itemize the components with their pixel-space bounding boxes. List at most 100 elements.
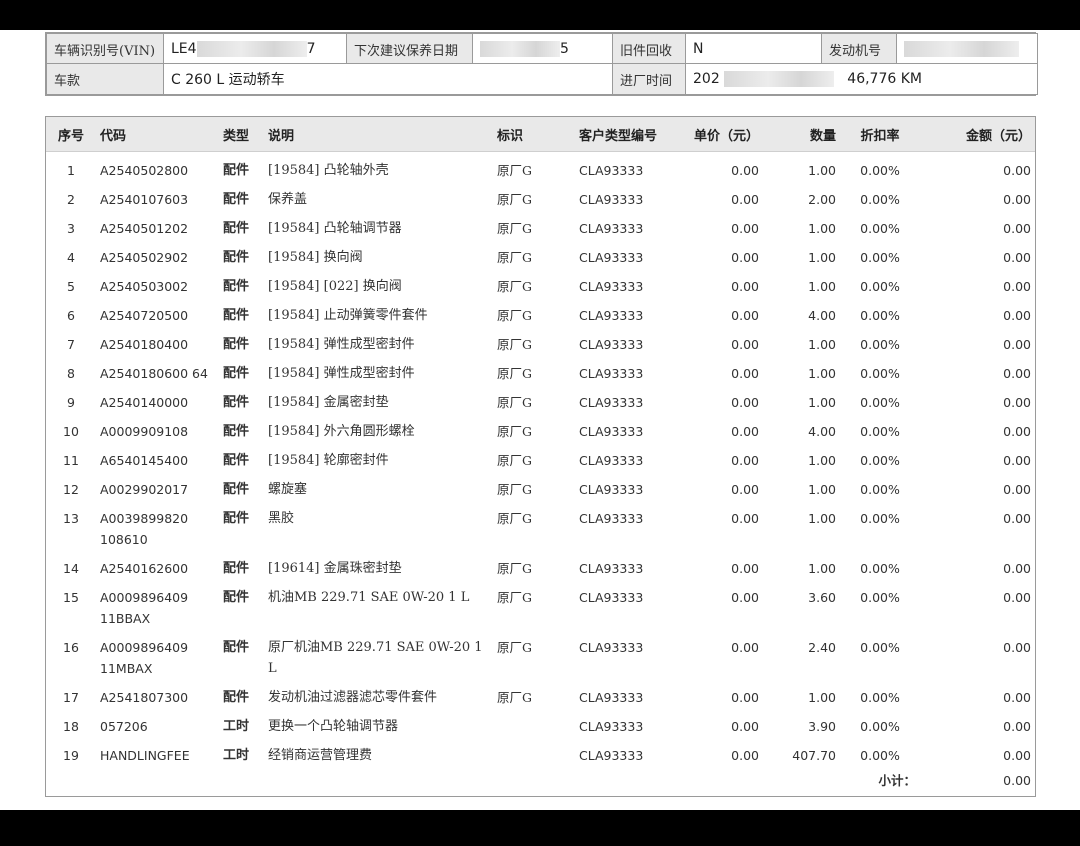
- table-row: 1 A2540502800 配件 [19584] 凸轮轴外壳 原厂G CLA93333 0.…: [46, 152, 1035, 182]
- cell-no: 14: [63, 561, 79, 576]
- cell-qty: 2.00: [808, 192, 836, 207]
- col-disc: 折扣率: [840, 117, 920, 152]
- cell-qty: 1.00: [808, 511, 836, 526]
- table-row: 7 A2540180400 配件 [19584] 弹性成型密封件 原厂G CLA93333…: [46, 326, 1035, 355]
- cell-no: 10: [63, 424, 79, 439]
- model-value: C 260 L 运动轿车: [163, 63, 613, 95]
- old-parts-value: N: [685, 33, 822, 65]
- cell-no: 6: [67, 308, 75, 323]
- cell-amount: 0.00: [1003, 590, 1031, 605]
- redaction: [723, 71, 834, 87]
- cell-no: 5: [67, 279, 75, 294]
- cell-disc: 0.00%: [860, 221, 900, 236]
- cell-desc: 保养盖: [268, 192, 308, 207]
- cell-disc: 0.00%: [860, 192, 900, 207]
- cell-code: A6540145400: [100, 453, 189, 468]
- cell-price: 0.00: [731, 337, 759, 352]
- cell-price: 0.00: [731, 719, 759, 734]
- cell-code: A2540180400: [100, 337, 189, 352]
- table-row: 9 A2540140000 配件 [19584] 金属密封垫 原厂G CLA93333 0.…: [46, 384, 1035, 413]
- vehicle-model-header: 车款 C 260 L 运动轿车 进厂时间 202 46,776 KM: [45, 63, 1038, 96]
- cell-desc: [19584] [022] 换向阀: [268, 279, 402, 294]
- cell-disc: 0.00%: [860, 640, 900, 655]
- cell-amount: 0.00: [1003, 640, 1031, 655]
- subtotal-row: 小计： 0.00: [46, 766, 1035, 791]
- cell-code: A2540501202: [100, 221, 189, 236]
- cell-amount: 0.00: [1003, 561, 1031, 576]
- invoice-page: 车辆识别号(VIN) LE4 7 下次建议保养日期 5 旧件回收 N 发动机号 车…: [0, 30, 1080, 810]
- table-row: 15 A0009896409 11BBAX 配件 机油MB 229.71 SAE 0W-…: [46, 579, 1035, 629]
- cell-cust: CLA93333: [579, 366, 644, 381]
- parts-table: 序号 代码 类型 说明 标识 客户类型编号 单价（元） 数量 折扣率 金额（元）…: [45, 116, 1036, 797]
- cell-no: 1: [67, 163, 75, 178]
- cell-code: HANDLINGFEE: [100, 748, 190, 763]
- col-desc: 说明: [264, 117, 493, 152]
- table-row: 10 A0009909108 配件 [19584] 外六角圆形螺栓 原厂G CLA9333…: [46, 413, 1035, 442]
- cell-price: 0.00: [731, 308, 759, 323]
- cell-desc: [19584] 凸轮轴外壳: [268, 163, 389, 178]
- table-row: 3 A2540501202 配件 [19584] 凸轮轴调节器 原厂G CLA93333 0…: [46, 210, 1035, 239]
- cell-no: 4: [67, 250, 75, 265]
- cell-type: 配件: [223, 395, 250, 410]
- cell-disc: 0.00%: [860, 163, 900, 178]
- subtotal-label: 小计：: [878, 773, 916, 788]
- cell-code: A2540720500: [100, 308, 189, 323]
- cell-cust: CLA93333: [579, 192, 644, 207]
- cell-disc: 0.00%: [860, 690, 900, 705]
- cell-cust: CLA93333: [579, 453, 644, 468]
- cell-cust: CLA93333: [579, 250, 644, 265]
- cell-desc: 经销商运营管理费: [268, 748, 373, 763]
- cell-qty: 1.00: [808, 561, 836, 576]
- cell-flag: 原厂G: [497, 511, 532, 526]
- col-code: 代码: [96, 117, 219, 152]
- cell-desc: [19584] 轮廓密封件: [268, 453, 389, 468]
- cell-flag: 原厂G: [497, 561, 532, 576]
- cell-qty: 1.00: [808, 690, 836, 705]
- cell-price: 0.00: [731, 279, 759, 294]
- cell-qty: 1.00: [808, 279, 836, 294]
- cell-desc: 更换一个凸轮轴调节器: [268, 719, 399, 734]
- cell-cust: CLA93333: [579, 221, 644, 236]
- cell-flag: 原厂G: [497, 163, 532, 178]
- cell-price: 0.00: [731, 690, 759, 705]
- cell-disc: 0.00%: [860, 337, 900, 352]
- cell-amount: 0.00: [1003, 250, 1031, 265]
- cell-qty: 407.70: [792, 748, 836, 763]
- cell-amount: 0.00: [1003, 748, 1031, 763]
- redaction: [480, 41, 560, 57]
- cell-type: 配件: [223, 337, 250, 352]
- vin-value: LE4 7: [163, 33, 347, 65]
- next-service-value: 5: [472, 33, 613, 65]
- cell-disc: 0.00%: [860, 279, 900, 294]
- table-row: 11 A6540145400 配件 [19584] 轮廓密封件 原厂G CLA93333 0…: [46, 442, 1035, 471]
- cell-price: 0.00: [731, 221, 759, 236]
- next-service-label: 下次建议保养日期: [346, 33, 473, 65]
- cell-flag: 原厂G: [497, 279, 532, 294]
- cell-type: 配件: [223, 640, 250, 655]
- cell-qty: 3.90: [808, 719, 836, 734]
- col-amount: 金额（元）: [920, 117, 1035, 152]
- cell-disc: 0.00%: [860, 250, 900, 265]
- cell-qty: 1.00: [808, 453, 836, 468]
- cell-cust: CLA93333: [579, 395, 644, 410]
- engine-label: 发动机号: [821, 33, 897, 65]
- cell-flag: 原厂G: [497, 308, 532, 323]
- cell-cust: CLA93333: [579, 424, 644, 439]
- cell-code: A2540180600 64: [100, 366, 208, 381]
- cell-disc: 0.00%: [860, 453, 900, 468]
- cell-desc: [19584] 外六角圆形螺栓: [268, 424, 415, 439]
- cell-disc: 0.00%: [860, 395, 900, 410]
- cell-amount: 0.00: [1003, 511, 1031, 526]
- cell-amount: 0.00: [1003, 337, 1031, 352]
- cell-price: 0.00: [731, 561, 759, 576]
- cell-amount: 0.00: [1003, 279, 1031, 294]
- cell-type: 配件: [223, 250, 250, 265]
- cell-code: A0039899820 108610: [100, 511, 189, 547]
- table-row: 16 A0009896409 11MBAX 配件 原厂机油MB 229.71 SAE 0…: [46, 629, 1035, 679]
- cell-type: 配件: [223, 590, 250, 605]
- cell-desc: 原厂机油MB 229.71 SAE 0W-20 1 L: [268, 640, 483, 676]
- cell-type: 配件: [223, 482, 250, 497]
- cell-flag: 原厂G: [497, 453, 532, 468]
- cell-no: 16: [63, 640, 79, 655]
- cell-price: 0.00: [731, 482, 759, 497]
